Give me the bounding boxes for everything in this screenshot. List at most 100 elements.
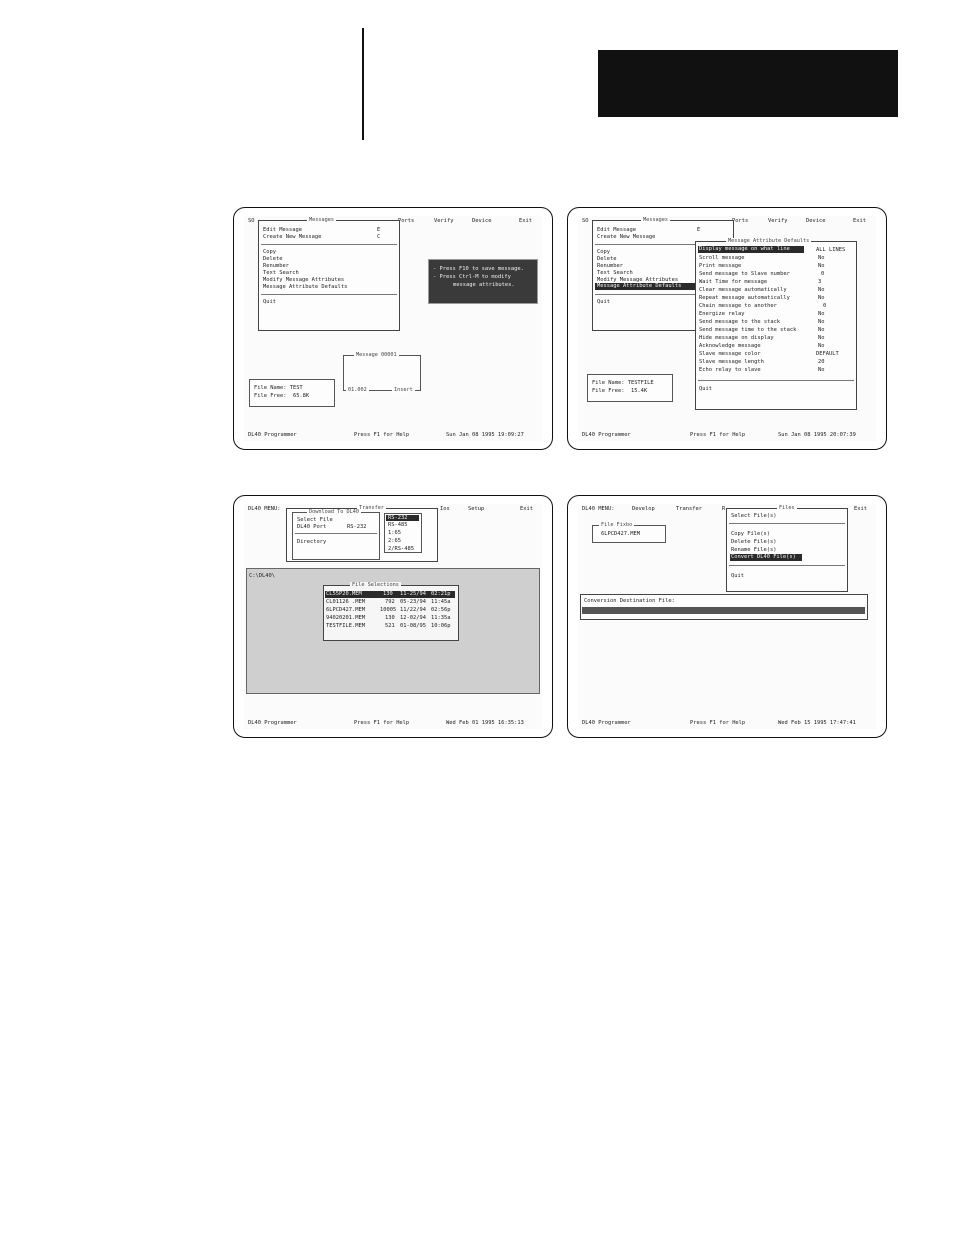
menu-key: E [377,227,381,233]
menu-item-select-file[interactable]: Select File [297,517,333,523]
file-selections-list: File Selections CL55P20.MEM 130 11-25/94… [323,582,459,641]
menu-item-copy[interactable]: Copy [263,249,276,255]
menu-item-delete-files[interactable]: Delete File(s) [731,539,776,545]
menu-item-renumber[interactable]: Renumber [263,263,289,269]
menu-item-select-files[interactable]: Select File(s) [731,513,776,519]
attr-value[interactable]: No [818,319,825,325]
menu-exit[interactable]: Exit [853,218,866,224]
attr-value[interactable]: No [818,367,825,373]
file-size: 10005 [380,607,397,613]
menu-item-delete[interactable]: Delete [263,256,282,262]
menu-item-renumber[interactable]: Renumber [597,263,623,269]
menu-transfer[interactable]: Transfer [676,506,702,512]
menu-item-attribute-defaults[interactable]: Message Attribute Defaults [263,284,347,290]
attr-label: Send message to Slave number [699,271,790,277]
menu-item-delete[interactable]: Delete [597,256,616,262]
fixbox-file: 6LPCD427.MEM [601,531,640,537]
attr-value[interactable]: 0 [823,303,826,309]
attr-value[interactable]: No [818,311,825,317]
attr-value[interactable]: DEFAULT [816,351,839,357]
file-row[interactable]: 6LPCD427.MEM 10005 11/22/94 02:56p [326,607,456,614]
menu-ports[interactable]: Ports [732,218,748,224]
attr-value[interactable]: No [818,255,825,261]
messages-menu-title: Messages [641,217,670,223]
menu-item-directory[interactable]: Directory [297,539,326,545]
attr-label: Display message on what line [699,246,790,252]
port-option[interactable]: 1:65 [388,530,401,536]
menu-item-attribute-defaults-selected[interactable]: Message Attribute Defaults [595,283,705,290]
messages-menu-title: Messages [307,217,336,223]
file-row[interactable]: 94020201.MEM 130 12-02/94 11:35a [326,615,456,622]
menubar-left: DL40 MENU: [582,506,615,512]
file-name: 6LPCD427.MEM [326,607,365,613]
menu-verify[interactable]: Verify [434,218,453,224]
divider [261,244,397,245]
status-help: Press F1 for Help [690,432,746,438]
menu-device[interactable]: Device [472,218,491,224]
file-row-selected[interactable]: CL55P20.MEM 130 11-25/94 02:21p [325,591,455,598]
dialog-title: Message Attribute Defaults [726,238,812,244]
menu-item-modify-attributes[interactable]: Modify Message Attributes [263,277,344,283]
file-row[interactable]: CL01126 .MEM 792 05-23/94 11:45a [326,599,456,606]
hint-line: - Press Ctrl-M to modify [433,274,511,280]
attr-value[interactable]: No [818,287,825,293]
file-name: File Name: TESTFILE [592,380,654,386]
menu-device[interactable]: Device [806,218,825,224]
screenshot-messages-edit: SO Ports Verify Device Exit Messages Edi… [233,207,553,450]
menu-item-edit-message[interactable]: Edit Message [597,227,636,233]
destination-label: Conversion Destination File: [584,598,675,604]
menu-item-create-new-message[interactable]: Create New Message [263,234,321,240]
directory-path: C:\DL40\ [249,573,275,579]
attr-value[interactable]: No [818,327,825,333]
menu-item-quit[interactable]: Quit [263,299,276,305]
file-name: File Name: TEST [254,385,303,391]
menubar-left: DL40 MENU: [248,506,281,512]
fixbox-title: File Fixbo [599,522,635,528]
attr-label: Send message time to the stack [699,327,797,333]
attr-value[interactable]: 0 [821,271,824,277]
attr-value[interactable]: No [818,335,825,341]
menu-exit[interactable]: Exit [519,218,532,224]
menu-verify[interactable]: Verify [768,218,787,224]
menu-r[interactable]: R [722,506,725,512]
menu-item-rename-files[interactable]: Rename File(s) [731,547,776,553]
destination-input[interactable] [582,607,865,614]
menu-item-create-new-message[interactable]: Create New Message [597,234,655,240]
port-option[interactable]: RS-485 [388,522,407,528]
dl40-port-value[interactable]: RS-232 [347,524,366,530]
menu-ios[interactable]: Ios [440,506,450,512]
menu-item-text-search[interactable]: Text Search [597,270,633,276]
divider [729,523,845,524]
menu-item-dl40-port[interactable]: DL40 Port [297,524,326,530]
attr-value[interactable]: ALL LINES [816,247,845,253]
menu-setup[interactable]: Setup [468,506,484,512]
selected-row[interactable]: Display message on what line [698,246,804,253]
menu-item-edit-message[interactable]: Edit Message [263,227,302,233]
file-row[interactable]: TESTFILE.MEM 521 01-08/95 10:06p [326,623,456,630]
attr-value[interactable]: No [818,343,825,349]
attr-value[interactable]: No [818,295,825,301]
menu-item-copy[interactable]: Copy [597,249,610,255]
screenshot-attribute-defaults: SO Ports Verify Device Exit Messages Edi… [567,207,887,450]
menu-item-quit[interactable]: Quit [731,573,744,579]
port-option[interactable]: 2/RS-485 [388,546,414,552]
port-selected[interactable]: RS-232 [386,515,419,521]
menu-item-convert-selected[interactable]: Convert DL40 File(s) [730,554,802,561]
attr-value[interactable]: 20 [818,359,825,365]
screen: DL40 MENU: Develop Transfer R Exit File … [578,504,876,729]
menu-exit[interactable]: Exit [520,506,533,512]
port-option[interactable]: 2:65 [388,538,401,544]
menu-develop[interactable]: Develop [632,506,655,512]
status-left: DL40 Programmer [248,432,297,438]
attr-label: Wait Time for message [699,279,768,285]
menu-exit[interactable]: Exit [854,506,867,512]
menu-item-quit[interactable]: Quit [597,299,610,305]
menu-ports[interactable]: Ports [398,218,414,224]
menu-item-copy-files[interactable]: Copy File(s) [731,531,770,537]
message-edit-box[interactable]: Message 00001 01.002 Insert [343,352,421,393]
attr-value[interactable]: No [818,263,825,269]
menu-item-text-search[interactable]: Text Search [263,270,299,276]
attr-value[interactable]: 3 [818,279,821,285]
file-date: 11-25/94 [400,591,426,597]
dialog-quit[interactable]: Quit [699,386,712,392]
